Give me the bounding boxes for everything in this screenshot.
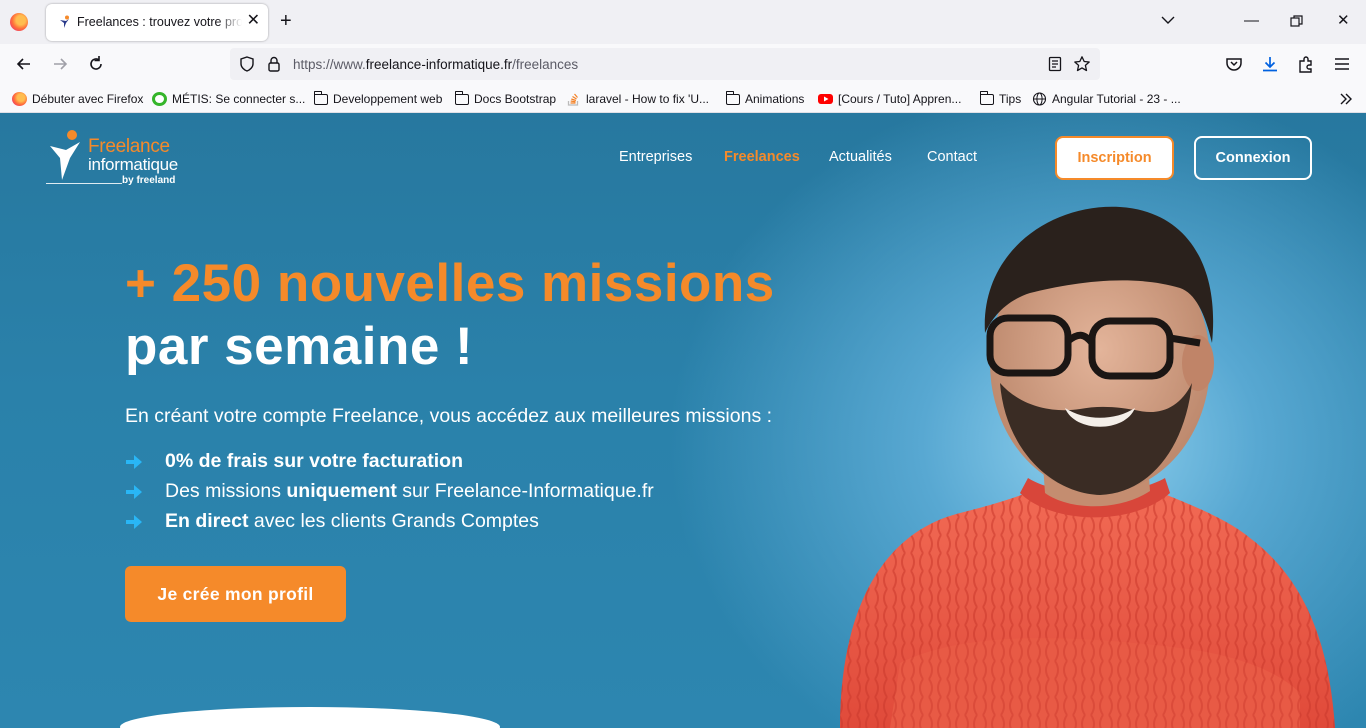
metis-icon <box>152 92 167 106</box>
page-content: Freelance informatique by freeland Entre… <box>0 113 1366 728</box>
bookmark-item[interactable]: MÉTIS: Se connecter s... <box>152 91 305 107</box>
bookmark-item[interactable]: Tips <box>979 91 1022 107</box>
browser-tab-active[interactable]: Freelances : trouvez votre proch ✕ <box>46 4 268 41</box>
browser-nav-bar: https://www.freelance-informatique.fr/fr… <box>0 44 1366 84</box>
logo-figure-icon <box>50 130 80 180</box>
bookmark-item[interactable]: laravel - How to fix 'U... <box>566 91 709 107</box>
pocket-icon[interactable] <box>1224 54 1244 74</box>
folder-icon <box>725 91 740 105</box>
bookmark-item[interactable]: [Cours / Tuto] Appren... <box>818 91 961 107</box>
new-tab-icon[interactable]: + <box>280 10 292 32</box>
extensions-icon[interactable] <box>1296 54 1316 74</box>
bookmark-item[interactable]: Débuter avec Firefox <box>12 91 143 107</box>
bookmarks-toolbar: Débuter avec Firefox MÉTIS: Se connecter… <box>0 84 1366 113</box>
arrow-right-icon <box>126 514 142 529</box>
folder-icon <box>979 91 994 105</box>
feature-text: En direct avec les clients Grands Compte… <box>165 510 539 532</box>
bookmark-item[interactable]: Angular Tutorial - 23 - ... <box>1032 91 1181 107</box>
forward-icon[interactable] <box>50 54 70 74</box>
lock-icon[interactable] <box>266 55 282 73</box>
close-tab-icon[interactable]: ✕ <box>247 13 260 29</box>
bookmark-label: [Cours / Tuto] Appren... <box>838 92 962 106</box>
site-logo[interactable]: Freelance informatique by freeland <box>46 128 196 200</box>
feature-item: 0% de frais sur votre facturation <box>125 450 463 473</box>
folder-icon <box>454 91 469 105</box>
folder-icon <box>313 91 328 105</box>
login-button[interactable]: Connexion <box>1194 136 1312 180</box>
bookmark-label: laravel - How to fix 'U... <box>586 92 709 106</box>
arrow-right-icon <box>126 454 142 469</box>
section-divider-curve <box>120 707 500 728</box>
tab-title: Freelances : trouvez votre proch <box>77 15 242 29</box>
nav-link-contact[interactable]: Contact <box>927 149 977 165</box>
reload-icon[interactable] <box>86 54 106 74</box>
bookmark-star-icon[interactable] <box>1073 55 1091 73</box>
bookmark-item[interactable]: Developpement web <box>313 91 443 107</box>
restore-icon[interactable] <box>1290 15 1303 28</box>
app-menu-icon[interactable] <box>1332 54 1352 74</box>
feature-item: Des missions uniquement sur Freelance-In… <box>125 480 654 503</box>
feature-text: Des missions uniquement sur Freelance-In… <box>165 480 654 502</box>
feature-item: En direct avec les clients Grands Compte… <box>125 510 539 533</box>
logo-text-informatique: informatique <box>88 155 178 174</box>
create-profile-button[interactable]: Je crée mon profil <box>125 566 346 622</box>
hero-title-line2: par semaine ! <box>125 317 474 376</box>
minimize-icon[interactable]: — <box>1244 12 1259 30</box>
bookmark-label: Developpement web <box>333 92 443 106</box>
hero-portrait-image <box>840 206 1335 728</box>
close-window-icon[interactable]: ✕ <box>1337 12 1350 30</box>
site-favicon-icon <box>60 15 69 28</box>
youtube-icon <box>818 94 833 104</box>
list-all-tabs-icon[interactable] <box>1160 12 1176 28</box>
logo-text-by-freeland: by freeland <box>122 175 176 186</box>
url-text[interactable]: https://www.freelance-informatique.fr/fr… <box>293 57 578 72</box>
feature-text: 0% de frais sur votre facturation <box>165 450 464 472</box>
signup-button[interactable]: Inscription <box>1055 136 1174 180</box>
bookmark-label: Tips <box>999 92 1022 106</box>
bookmark-label: Angular Tutorial - 23 - ... <box>1052 92 1181 106</box>
reader-view-icon[interactable] <box>1047 56 1063 72</box>
nav-link-freelances[interactable]: Freelances <box>724 149 800 165</box>
firefox-view-icon[interactable] <box>10 13 28 31</box>
bookmark-item[interactable]: Docs Bootstrap <box>454 91 557 107</box>
stackoverflow-icon <box>567 93 579 106</box>
nav-link-entreprises[interactable]: Entreprises <box>619 149 692 165</box>
hero-title-line1: + 250 nouvelles missions <box>125 254 775 313</box>
downloads-icon[interactable] <box>1260 54 1280 74</box>
bookmark-label: Débuter avec Firefox <box>32 92 144 106</box>
back-icon[interactable] <box>14 54 34 74</box>
arrow-right-icon <box>126 484 142 499</box>
shield-icon[interactable] <box>238 55 256 73</box>
nav-link-actualites[interactable]: Actualités <box>829 149 892 165</box>
hero-intro: En créant votre compte Freelance, vous a… <box>125 405 773 427</box>
globe-icon <box>1032 92 1047 106</box>
bookmark-label: Docs Bootstrap <box>474 92 557 106</box>
bookmark-label: MÉTIS: Se connecter s... <box>172 92 306 106</box>
bookmark-item[interactable]: Animations <box>725 91 805 107</box>
url-bar[interactable]: https://www.freelance-informatique.fr/fr… <box>230 48 1100 80</box>
logo-underline <box>46 183 122 184</box>
firefox-icon <box>12 92 27 106</box>
bookmarks-overflow-icon[interactable] <box>1338 91 1354 107</box>
browser-tab-bar: Freelances : trouvez votre proch ✕ + — ✕ <box>0 0 1366 44</box>
bookmark-label: Animations <box>745 92 805 106</box>
